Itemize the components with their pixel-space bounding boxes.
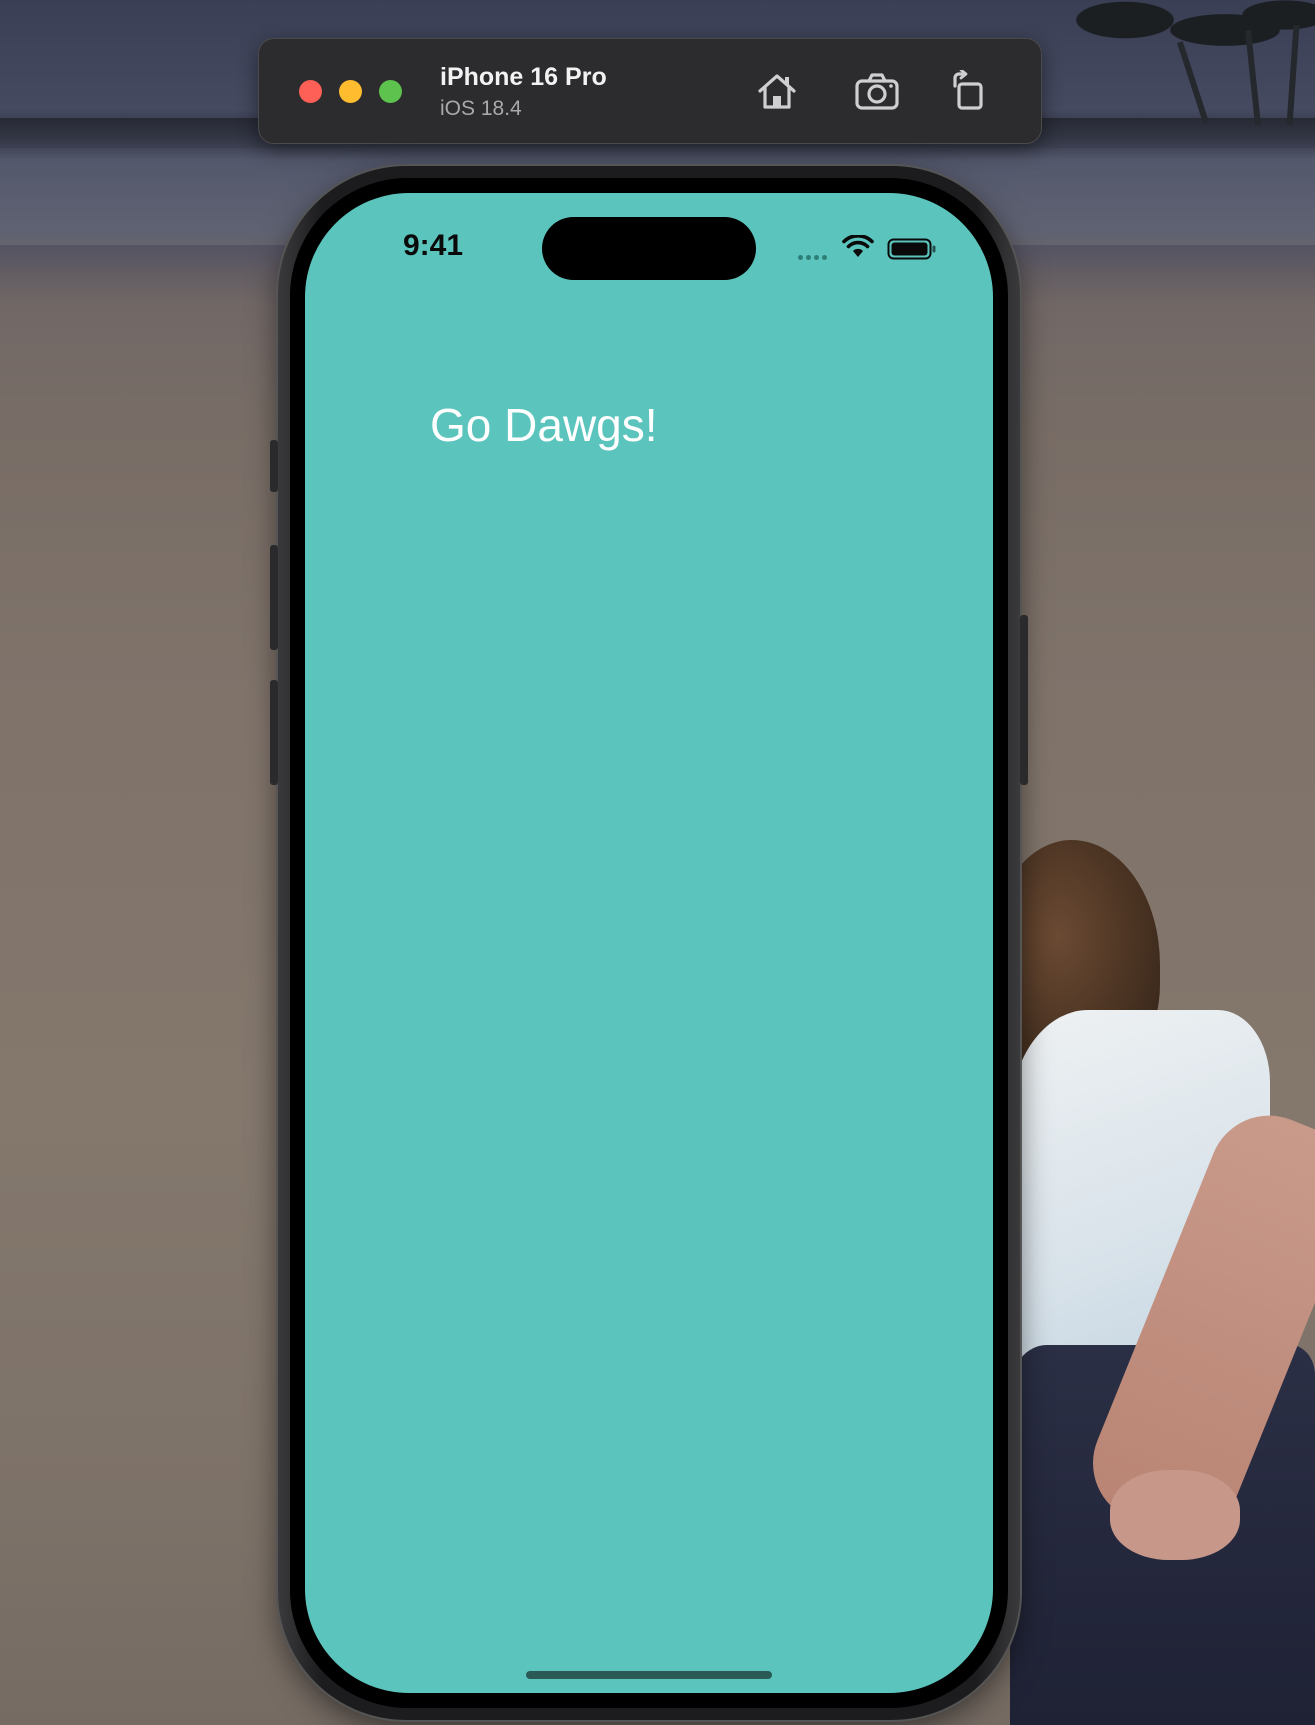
status-bar-time: 9:41 — [403, 229, 464, 262]
wifi-icon — [842, 235, 874, 257]
greeting-label: Go Dawgs! — [430, 399, 658, 451]
camera-icon — [855, 73, 899, 110]
screenshot-button[interactable] — [853, 67, 901, 115]
dynamic-island — [542, 217, 756, 280]
simulator-title-bar: iPhone 16 Pro iOS 18.4 — [258, 38, 1042, 144]
volume-down-button — [270, 680, 278, 785]
rotate-button[interactable] — [945, 67, 993, 115]
rotate-icon — [953, 70, 983, 110]
action-button — [270, 440, 278, 492]
side-power-button — [1020, 615, 1028, 785]
home-indicator[interactable] — [526, 1671, 772, 1679]
wallpaper-person-hand — [1110, 1470, 1240, 1560]
home-button[interactable] — [753, 67, 801, 115]
window-minimize-button[interactable] — [339, 80, 362, 103]
volume-up-button — [270, 545, 278, 650]
os-version: iOS 18.4 — [440, 97, 522, 120]
home-icon — [758, 74, 796, 109]
cellular-signal-icon — [798, 255, 827, 260]
battery-icon — [887, 238, 936, 260]
window-close-button[interactable] — [299, 80, 322, 103]
window-zoom-button[interactable] — [379, 80, 402, 103]
phone-screen[interactable]: 9:41 Go Dawgs! — [305, 193, 993, 1693]
device-name: iPhone 16 Pro — [440, 63, 607, 91]
